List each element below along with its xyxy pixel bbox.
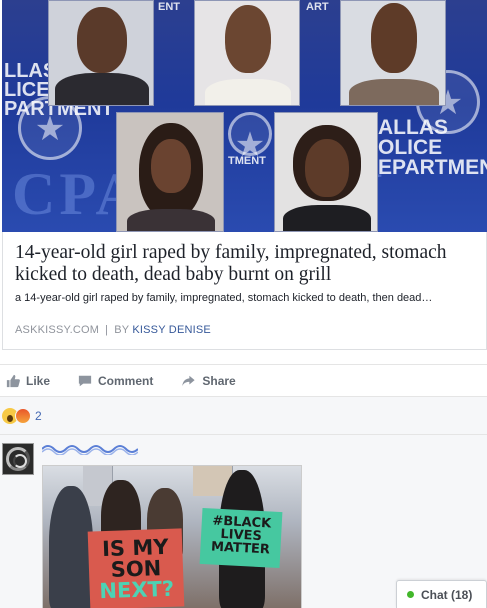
chat-tab[interactable]: Chat (18) <box>396 580 487 608</box>
link-headline[interactable]: 14-year-old girl raped by family, impreg… <box>15 242 474 286</box>
like-button[interactable]: Like <box>6 374 50 388</box>
source-separator: | <box>105 324 109 336</box>
reaction-count[interactable]: 2 <box>35 409 42 423</box>
avatar[interactable] <box>2 443 34 475</box>
link-description: a 14-year-old girl raped by family, impr… <box>15 292 433 304</box>
banner-fragment-top-1: ENT <box>158 1 180 13</box>
mugshot-photo <box>48 0 154 106</box>
link-preview-text[interactable]: 14-year-old girl raped by family, impreg… <box>2 232 487 350</box>
decorative-name-banner <box>42 445 138 455</box>
reactions-summary[interactable]: 2 <box>0 396 487 434</box>
mugshot-photo <box>116 112 224 232</box>
mugshot-photo <box>340 0 446 106</box>
thumbs-up-icon <box>6 374 20 387</box>
sign-red-line-3: NEXT? <box>99 576 175 604</box>
angry-icon <box>15 407 31 424</box>
police-badge-icon <box>228 112 272 165</box>
by-label: BY <box>114 324 130 336</box>
post-action-bar: Like Comment Share <box>0 364 487 396</box>
comment-photo[interactable]: IS MY SON NEXT? #BLACK LIVES MATTER <box>42 465 302 608</box>
protester-figure <box>49 486 93 608</box>
share-icon <box>182 375 195 386</box>
protest-sign-red: IS MY SON NEXT? <box>87 528 185 608</box>
post-card: LLAS LICE PARTMENT ALLAS OLICE EPARTMENT… <box>0 0 487 608</box>
link-domain: ASKKISSY.COM <box>15 324 100 336</box>
link-preview-image[interactable]: LLAS LICE PARTMENT ALLAS OLICE EPARTMENT… <box>2 0 487 232</box>
comment-button[interactable]: Comment <box>78 374 153 388</box>
share-label: Share <box>202 373 236 388</box>
share-button[interactable]: Share <box>181 373 236 388</box>
comment-icon <box>78 375 92 386</box>
like-label: Like <box>26 373 51 388</box>
swirl-icon <box>6 447 30 471</box>
mugshot-photo <box>274 112 378 232</box>
mugshot-photo <box>194 0 300 106</box>
banner-fragment-top-2: ART <box>306 1 329 13</box>
author-link[interactable]: KISSY DENISE <box>132 324 211 336</box>
protest-sign-green: #BLACK LIVES MATTER <box>199 507 283 569</box>
comment-label: Comment <box>98 373 154 388</box>
link-source-line: ASKKISSY.COM | BY KISSY DENISE <box>15 324 211 336</box>
chat-label: Chat (18) <box>421 587 473 602</box>
online-status-icon <box>407 591 414 598</box>
